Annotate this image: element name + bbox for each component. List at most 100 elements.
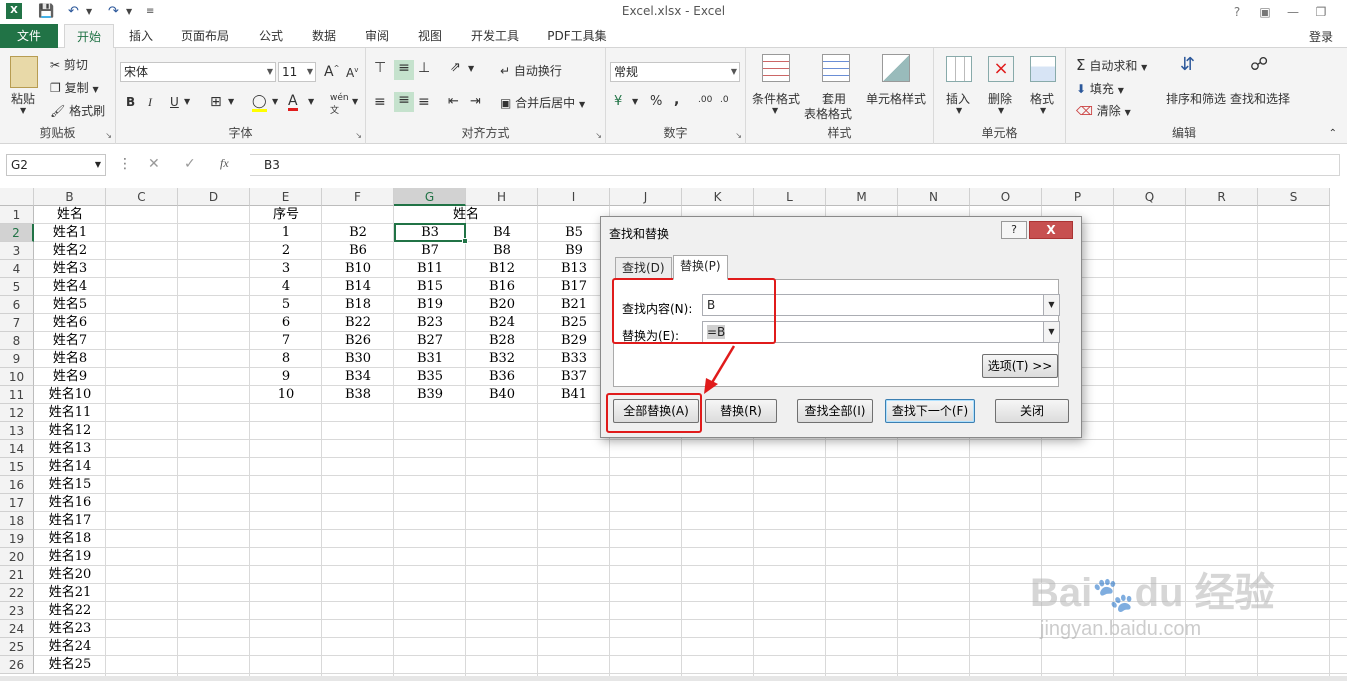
table-cell[interactable]: 10	[250, 386, 322, 404]
active-cell-selection[interactable]	[394, 223, 468, 244]
alignment-launcher-icon[interactable]: ↘	[595, 131, 602, 140]
select-all-corner[interactable]	[0, 188, 34, 206]
currency-dropdown-icon[interactable]: ▼	[632, 97, 638, 106]
row-header-24[interactable]: 24	[0, 620, 34, 638]
table-cell[interactable]: B28	[466, 332, 538, 350]
cell-styles-button[interactable]: 单元格样式	[866, 90, 926, 107]
table-cell[interactable]: B19	[394, 296, 466, 314]
column-header-c[interactable]: C	[106, 188, 178, 206]
dialog-help-button[interactable]: ?	[1001, 221, 1027, 239]
fill-button[interactable]: ⬇ 填充 ▼	[1076, 80, 1124, 97]
cell-b7[interactable]: 姓名6	[34, 314, 106, 332]
cell-b19[interactable]: 姓名18	[34, 530, 106, 548]
row-header-10[interactable]: 10	[0, 368, 34, 386]
options-button[interactable]: 选项(T) >>	[982, 354, 1058, 378]
column-header-f[interactable]: F	[322, 188, 394, 206]
align-right-icon[interactable]: ≡	[418, 94, 430, 110]
column-header-e[interactable]: E	[250, 188, 322, 206]
cell-b11[interactable]: 姓名10	[34, 386, 106, 404]
row-header-3[interactable]: 3	[0, 242, 34, 260]
cell-b25[interactable]: 姓名24	[34, 638, 106, 656]
table-cell[interactable]: B16	[466, 278, 538, 296]
table-cell[interactable]: B32	[466, 350, 538, 368]
sort-filter-icon[interactable]: ⇵	[1180, 54, 1195, 75]
table-cell[interactable]: B40	[466, 386, 538, 404]
align-middle-icon[interactable]: ≡	[394, 60, 414, 80]
font-launcher-icon[interactable]: ↘	[355, 131, 362, 140]
autosum-button[interactable]: Σ 自动求和 ▼	[1076, 56, 1147, 74]
cell-b22[interactable]: 姓名21	[34, 584, 106, 602]
fill-color-dropdown-icon[interactable]: ▼	[272, 97, 278, 106]
cell-b9[interactable]: 姓名8	[34, 350, 106, 368]
format-cells-icon[interactable]	[1030, 56, 1056, 82]
row-header-9[interactable]: 9	[0, 350, 34, 368]
row-header-15[interactable]: 15	[0, 458, 34, 476]
increase-indent-icon[interactable]: ⇥	[470, 94, 481, 109]
cell-b23[interactable]: 姓名22	[34, 602, 106, 620]
tab-insert[interactable]: 插入	[118, 24, 164, 48]
column-header-r[interactable]: R	[1186, 188, 1258, 206]
underline-button[interactable]: U	[170, 95, 179, 109]
align-bottom-icon[interactable]: ⊥	[418, 60, 430, 76]
cell-b26[interactable]: 姓名25	[34, 656, 106, 674]
table-cell[interactable]: B7	[394, 242, 466, 260]
row-header-5[interactable]: 5	[0, 278, 34, 296]
borders-dropdown-icon[interactable]: ▼	[228, 97, 234, 106]
increase-font-button[interactable]: A^	[324, 64, 339, 80]
fill-color-icon[interactable]: ◯	[252, 94, 267, 112]
phonetic-icon[interactable]: wén 文	[330, 93, 349, 116]
enter-icon[interactable]: ✓	[184, 156, 196, 172]
comma-button[interactable]: ,	[674, 92, 679, 108]
insert-dropdown-icon[interactable]: ▼	[956, 106, 962, 115]
column-header-n[interactable]: N	[898, 188, 970, 206]
table-cell[interactable]: B30	[322, 350, 394, 368]
column-header-p[interactable]: P	[1042, 188, 1114, 206]
cell-b6[interactable]: 姓名5	[34, 296, 106, 314]
cell-b3[interactable]: 姓名2	[34, 242, 106, 260]
collapse-ribbon-icon[interactable]: ⌃	[1329, 128, 1337, 139]
tab-find[interactable]: 查找(D)	[615, 257, 672, 279]
table-cell[interactable]: B24	[466, 314, 538, 332]
delete-cells-button[interactable]: 删除	[988, 90, 1012, 107]
table-format-icon[interactable]	[822, 54, 850, 82]
orientation-dropdown-icon[interactable]: ▼	[468, 64, 474, 73]
font-size-select[interactable]: 11 ▼	[278, 62, 316, 82]
phonetic-dropdown-icon[interactable]: ▼	[352, 97, 358, 106]
table-cell[interactable]: B31	[394, 350, 466, 368]
replace-button[interactable]: 替换(R)	[705, 399, 777, 423]
dialog-close-button[interactable]: X	[1029, 221, 1073, 239]
cell-b4[interactable]: 姓名3	[34, 260, 106, 278]
tab-page-layout[interactable]: 页面布局	[172, 24, 238, 48]
table-cell[interactable]: B36	[466, 368, 538, 386]
italic-button[interactable]: I	[148, 95, 152, 110]
ribbon-display-icon[interactable]: ▣	[1254, 3, 1276, 21]
row-header-18[interactable]: 18	[0, 512, 34, 530]
number-launcher-icon[interactable]: ↘	[735, 131, 742, 140]
insert-cells-icon[interactable]	[946, 56, 972, 82]
paste-icon[interactable]	[10, 56, 38, 88]
table-cell[interactable]: B26	[322, 332, 394, 350]
table-cell[interactable]: B11	[394, 260, 466, 278]
row-header-26[interactable]: 26	[0, 656, 34, 674]
find-all-button[interactable]: 查找全部(I)	[797, 399, 873, 423]
table-cell[interactable]: 6	[250, 314, 322, 332]
table-cell[interactable]: B14	[322, 278, 394, 296]
table-cell[interactable]: 3	[250, 260, 322, 278]
cell-b24[interactable]: 姓名23	[34, 620, 106, 638]
column-header-k[interactable]: K	[682, 188, 754, 206]
currency-icon[interactable]: ¥	[614, 94, 622, 109]
table-cell[interactable]: 9	[250, 368, 322, 386]
binoculars-icon[interactable]: ☍	[1250, 54, 1268, 75]
cell-b13[interactable]: 姓名12	[34, 422, 106, 440]
paste-dropdown-icon[interactable]: ▼	[20, 106, 26, 115]
conditional-format-icon[interactable]	[762, 54, 790, 82]
row-header-25[interactable]: 25	[0, 638, 34, 656]
table-cell[interactable]: B18	[322, 296, 394, 314]
cell-b16[interactable]: 姓名15	[34, 476, 106, 494]
fill-handle[interactable]	[462, 238, 468, 244]
table-cell[interactable]: B2	[322, 224, 394, 242]
column-header-q[interactable]: Q	[1114, 188, 1186, 206]
column-header-b[interactable]: B	[34, 188, 106, 206]
increase-decimal-icon[interactable]: .00	[698, 95, 712, 105]
chevron-down-icon[interactable]: ▼	[1043, 322, 1059, 342]
